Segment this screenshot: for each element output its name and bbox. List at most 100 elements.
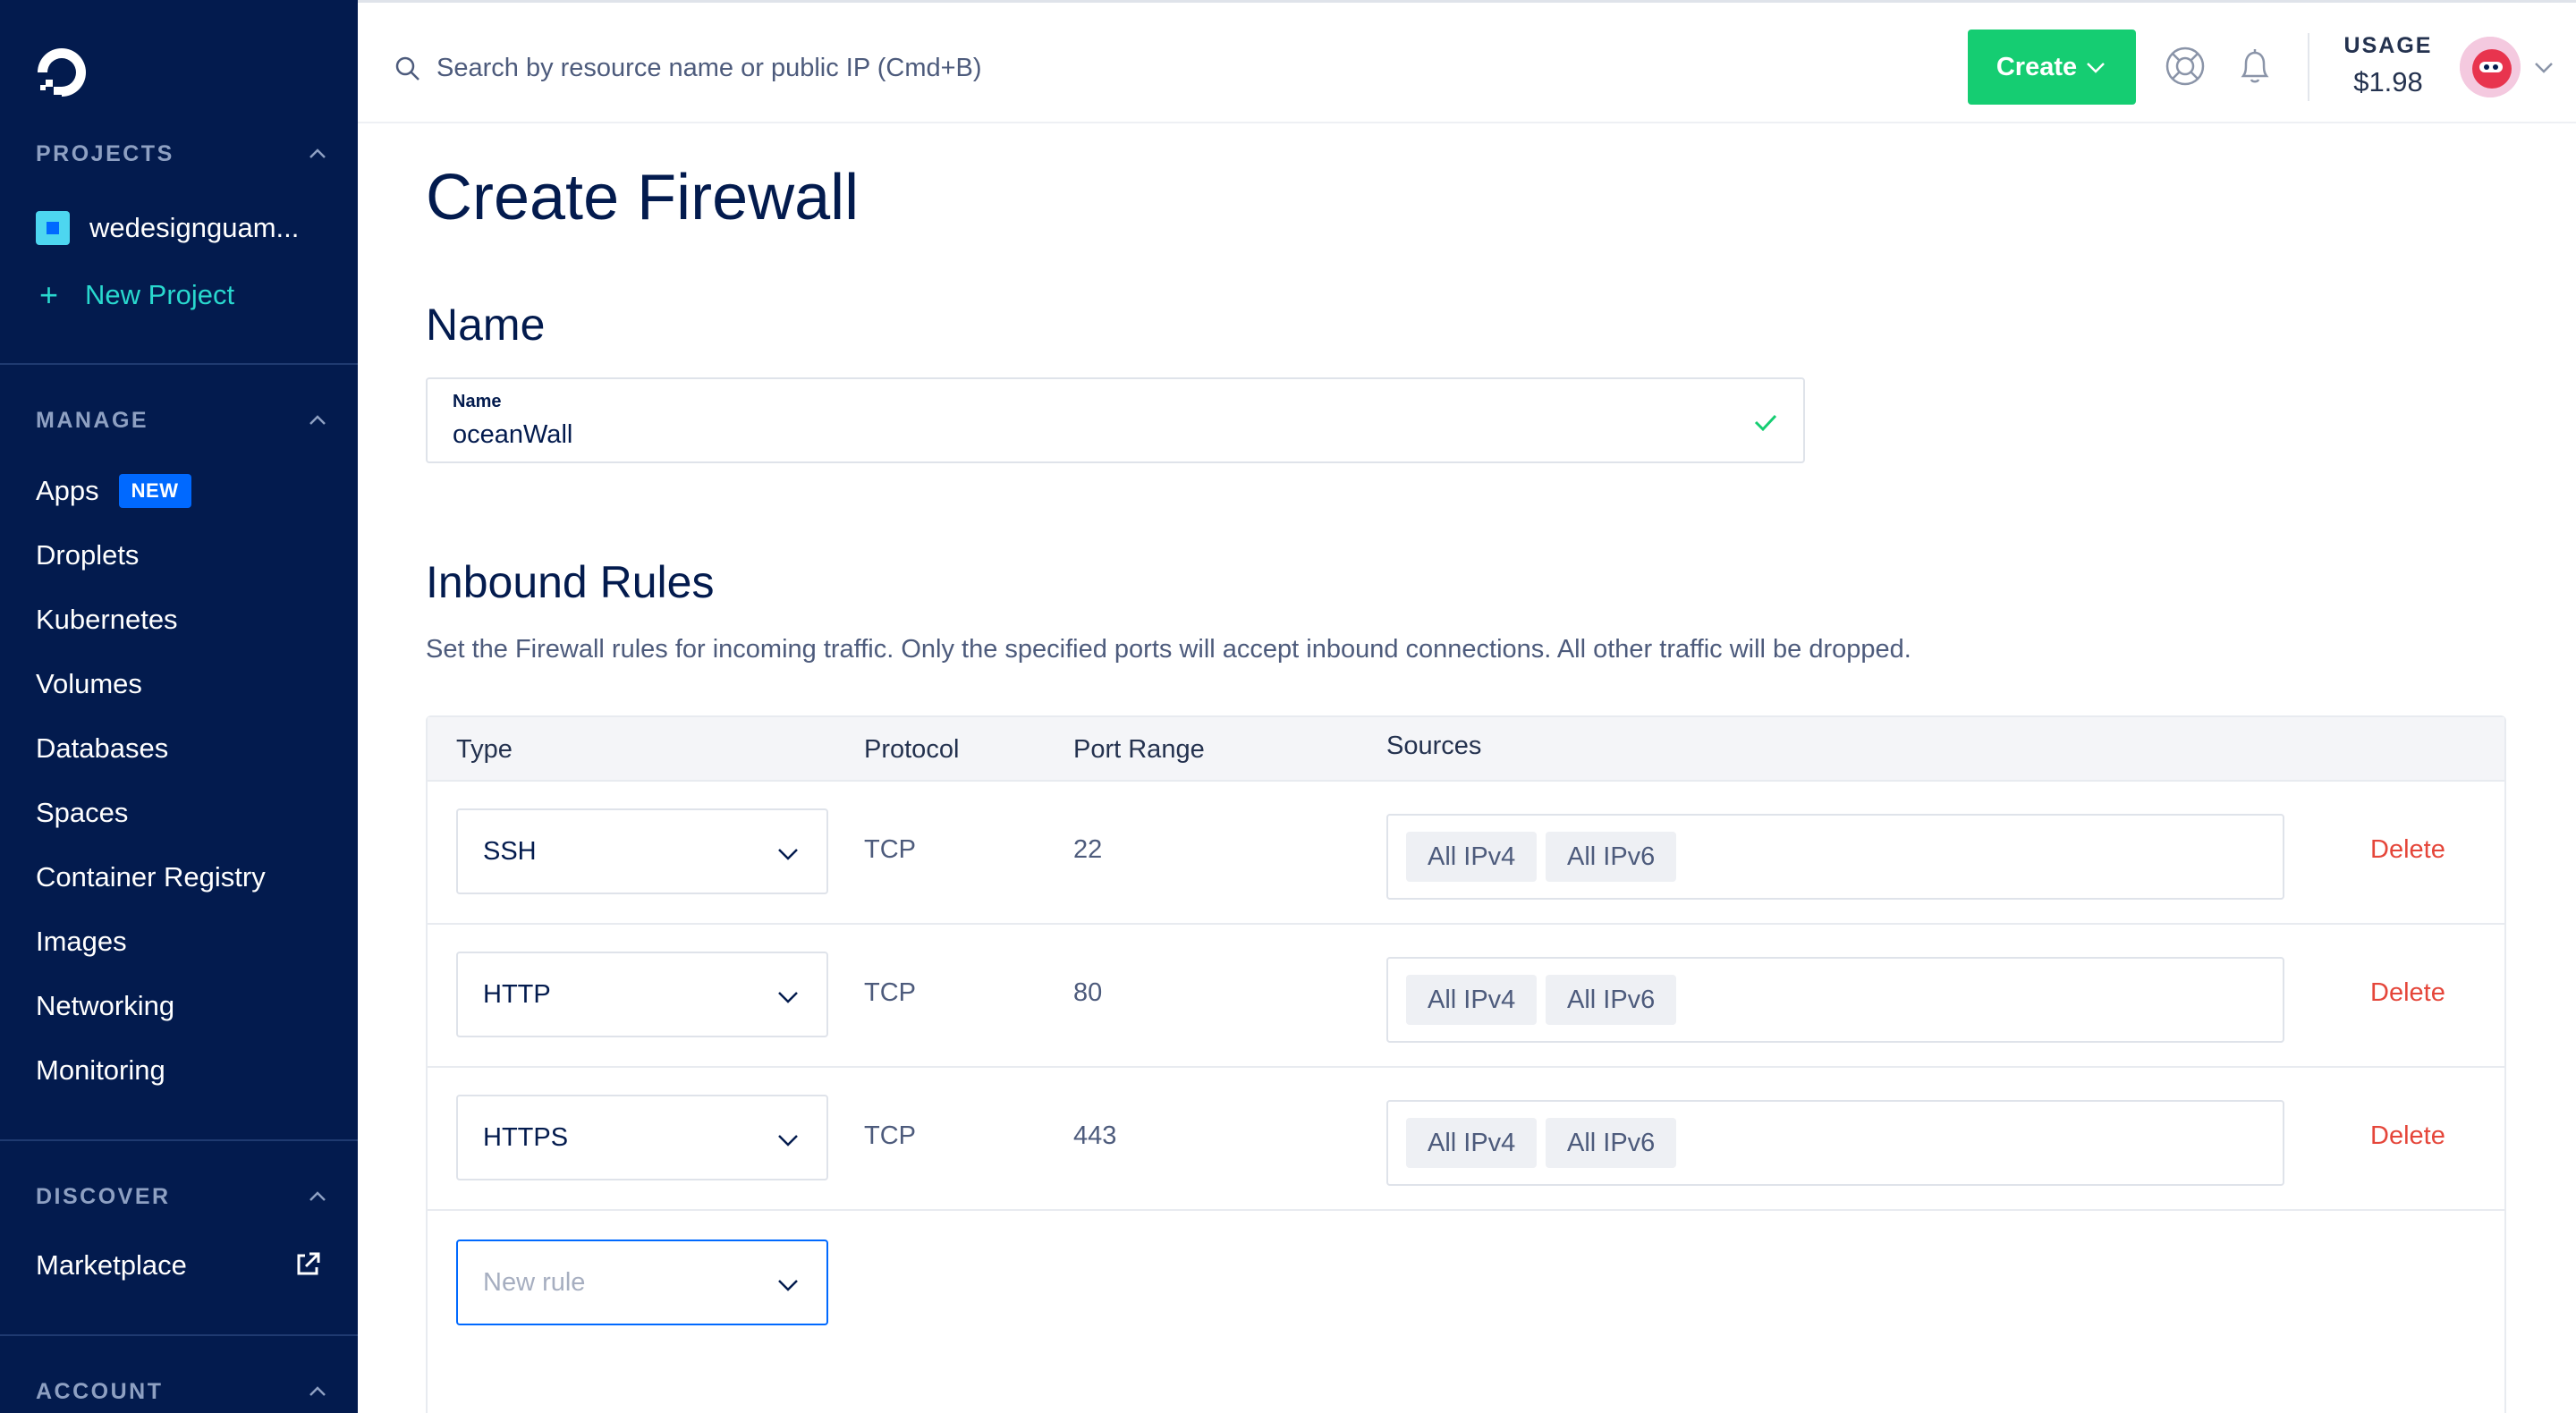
create-button[interactable]: Create [1968, 30, 2136, 105]
rule-type-select[interactable]: HTTPS [456, 1095, 828, 1180]
rule-sources-field[interactable]: All IPv4 All IPv6 [1386, 1100, 2284, 1186]
usage-value: $1.98 [2353, 66, 2423, 97]
table-row: SSH TCP 22 All IPv4 All IPv6 Delete [428, 782, 2504, 925]
table-row: HTTPS TCP 443 All IPv4 All IPv6 Delete [428, 1068, 2504, 1211]
manage-title: MANAGE [36, 407, 149, 433]
rule-type-value: HTTP [483, 980, 551, 1009]
source-chip[interactable]: All IPv4 [1406, 975, 1538, 1025]
inbound-rules-description: Set the Firewall rules for incoming traf… [426, 635, 1911, 664]
avatar-image [2460, 37, 2521, 97]
sidebar-item-label: Apps [36, 475, 99, 506]
rule-sources-field[interactable]: All IPv4 All IPv6 [1386, 814, 2284, 900]
chevron-up-icon [309, 148, 326, 158]
manage-section-header[interactable]: MANAGE [36, 402, 331, 438]
avatar[interactable] [2460, 37, 2521, 97]
external-link-icon[interactable] [293, 1250, 322, 1279]
sidebar-item-kubernetes[interactable]: Kubernetes [36, 597, 178, 642]
delete-rule-button[interactable]: Delete [2370, 835, 2445, 865]
main-content: Create Firewall Name Name Inbound Rules … [358, 125, 2576, 1413]
rule-type-select[interactable]: HTTP [456, 952, 828, 1037]
sidebar-item-networking[interactable]: Networking [36, 984, 174, 1028]
source-chip[interactable]: All IPv6 [1546, 1118, 1677, 1168]
search-input[interactable] [436, 43, 1241, 93]
sidebar-divider [0, 1139, 358, 1141]
inbound-rules-heading: Inbound Rules [426, 557, 715, 607]
project-icon [36, 211, 70, 245]
sidebar-item-apps[interactable]: Apps NEW [36, 469, 191, 513]
sidebar-item-volumes[interactable]: Volumes [36, 662, 142, 706]
account-section-header[interactable]: ACCOUNT [36, 1374, 331, 1409]
source-chip[interactable]: All IPv4 [1406, 1118, 1538, 1168]
rule-port-range: 443 [1073, 1121, 1117, 1150]
source-chip[interactable]: All IPv4 [1406, 832, 1538, 882]
account-title: ACCOUNT [36, 1378, 164, 1404]
sidebar-item-monitoring[interactable]: Monitoring [36, 1048, 165, 1093]
column-header-type: Type [456, 735, 513, 764]
chevron-up-icon [309, 1386, 326, 1396]
column-header-protocol: Protocol [864, 735, 960, 764]
projects-title: PROJECTS [36, 140, 174, 166]
check-icon [1754, 414, 1777, 432]
name-input[interactable] [453, 417, 1705, 453]
sidebar-item-project[interactable]: wedesignguam... [36, 206, 299, 250]
chevron-down-icon [778, 1135, 798, 1146]
chevron-up-icon [309, 415, 326, 425]
new-project-link[interactable]: + New Project [39, 273, 234, 317]
chevron-down-icon [778, 849, 798, 860]
new-project-label: New Project [85, 279, 235, 310]
rule-protocol: TCP [864, 835, 916, 864]
usage-display[interactable]: USAGE $1.98 [2339, 33, 2437, 98]
create-button-label: Create [1996, 52, 2078, 81]
rule-type-select[interactable]: SSH [456, 808, 828, 894]
digitalocean-logo[interactable] [34, 45, 89, 100]
source-chip[interactable]: All IPv6 [1546, 832, 1677, 882]
rule-type-value: SSH [483, 837, 537, 866]
rule-type-value: HTTPS [483, 1123, 569, 1152]
rule-protocol: TCP [864, 1121, 916, 1150]
new-rule-select[interactable]: New rule [456, 1240, 828, 1325]
sidebar-divider [0, 1334, 358, 1336]
sidebar-divider [0, 363, 358, 365]
discover-section-header[interactable]: DISCOVER [36, 1179, 331, 1214]
sidebar-item-marketplace[interactable]: Marketplace [36, 1243, 187, 1288]
usage-label: USAGE [2343, 33, 2433, 58]
topbar-divider [2308, 33, 2309, 101]
inbound-rules-table: Type Protocol Port Range Sources SSH TCP… [426, 715, 2506, 1413]
rule-sources-field[interactable]: All IPv4 All IPv6 [1386, 957, 2284, 1043]
search-icon [395, 56, 419, 80]
name-field-label: Name [453, 392, 502, 411]
chevron-down-icon [778, 992, 798, 1003]
sidebar-item-images[interactable]: Images [36, 919, 127, 964]
app-root: PROJECTS wedesignguam... + New Project M… [0, 0, 2576, 1413]
rule-port-range: 22 [1073, 835, 1103, 864]
table-row: HTTP TCP 80 All IPv4 All IPv6 Delete [428, 925, 2504, 1068]
new-rule-row: New rule [428, 1211, 2504, 1354]
help-lifebuoy-icon[interactable] [2163, 44, 2207, 89]
discover-title: DISCOVER [36, 1183, 171, 1209]
sidebar-item-container-registry[interactable]: Container Registry [36, 855, 266, 900]
source-chip[interactable]: All IPv6 [1546, 975, 1677, 1025]
delete-rule-button[interactable]: Delete [2370, 1121, 2445, 1151]
column-header-sources: Sources [1386, 732, 1482, 760]
plus-icon: + [39, 276, 59, 313]
name-field[interactable]: Name [426, 377, 1805, 463]
chevron-down-icon [778, 1280, 798, 1291]
projects-section-header[interactable]: PROJECTS [36, 136, 331, 172]
rule-port-range: 80 [1073, 978, 1103, 1007]
chevron-up-icon [309, 1191, 326, 1201]
chevron-down-icon [2087, 63, 2106, 73]
sidebar-item-databases[interactable]: Databases [36, 726, 168, 771]
chevron-down-icon[interactable] [2531, 55, 2556, 80]
notification-bell-icon[interactable] [2233, 44, 2277, 89]
new-rule-placeholder: New rule [483, 1268, 586, 1297]
sidebar-item-droplets[interactable]: Droplets [36, 533, 139, 578]
page-title: Create Firewall [426, 162, 860, 233]
delete-rule-button[interactable]: Delete [2370, 978, 2445, 1008]
sidebar: PROJECTS wedesignguam... + New Project M… [0, 0, 358, 1413]
column-header-port-range: Port Range [1073, 735, 1205, 764]
name-heading: Name [426, 300, 546, 350]
table-header: Type Protocol Port Range Sources [428, 717, 2504, 782]
sidebar-item-spaces[interactable]: Spaces [36, 791, 128, 835]
new-badge: NEW [118, 474, 191, 508]
rule-protocol: TCP [864, 978, 916, 1007]
